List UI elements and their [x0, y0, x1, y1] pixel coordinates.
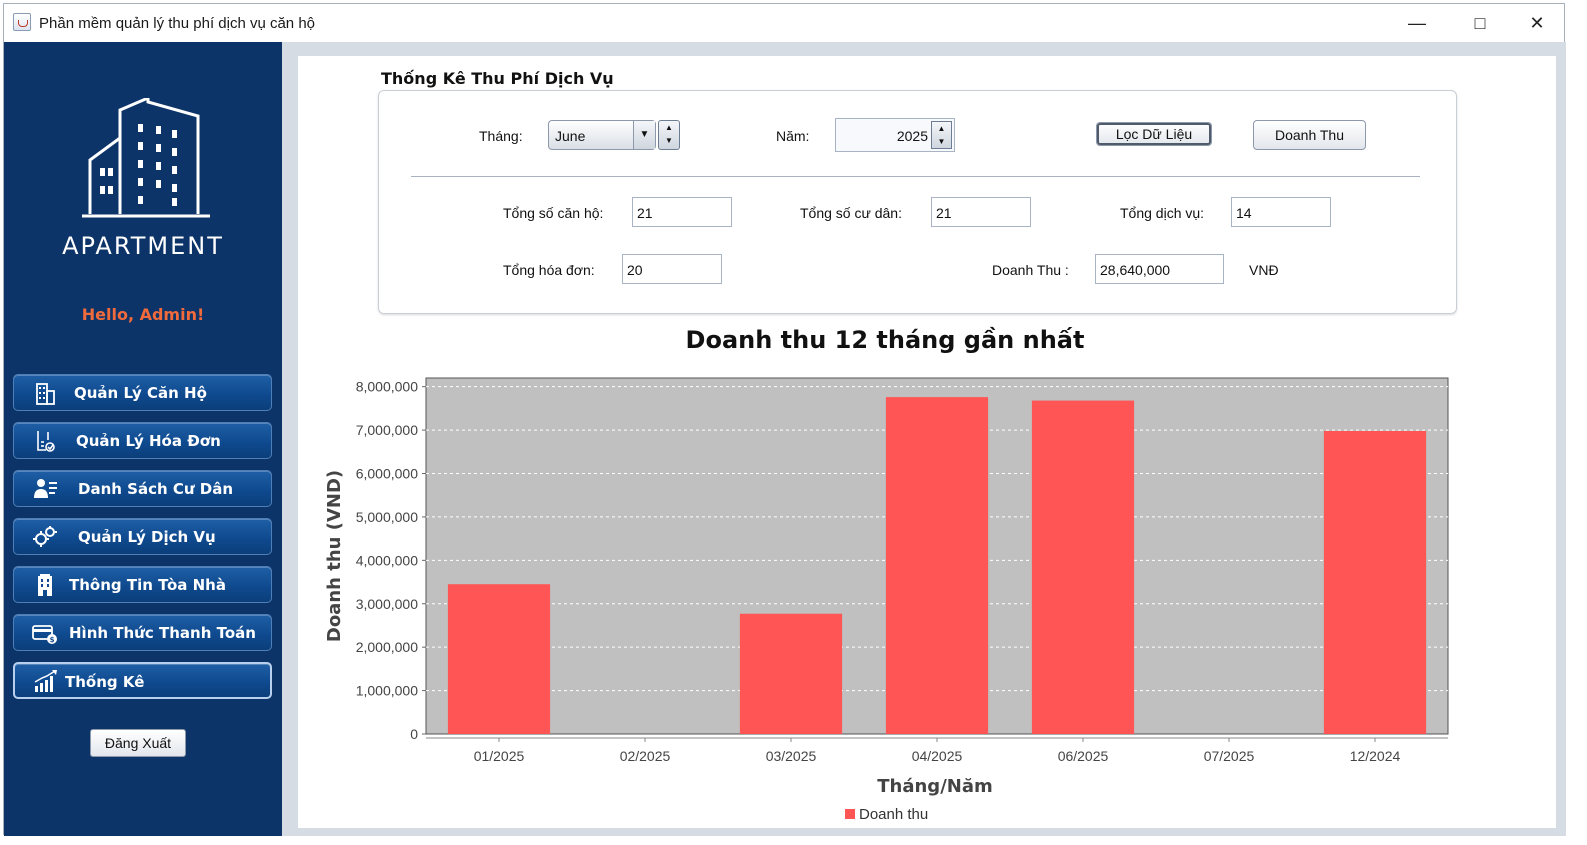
greeting-text: Hello, Admin!	[81, 305, 205, 324]
y-axis-label: Doanh thu (VND)	[324, 470, 345, 642]
revenue-button[interactable]: Doanh Thu	[1253, 120, 1366, 150]
year-spinner-field[interactable]: 2025 ▲ ▼	[835, 118, 955, 152]
statistics-panel: Thống Kê Thu Phí Dịch Vụ Tháng: June ▼ ▲…	[298, 56, 1556, 828]
revenue-bar-chart: Doanh thu 12 tháng gần nhất 0 1,000,000 2,…	[324, 326, 1449, 823]
x-tick-label: 01/2025	[474, 748, 525, 764]
sidebar-item-statistics[interactable]: Thống Kê	[13, 662, 272, 699]
x-tick-label: 03/2025	[766, 748, 817, 764]
y-tick-label: 1,000,000	[356, 683, 418, 699]
sidebar-item-services[interactable]: Quản Lý Dịch Vụ	[13, 518, 272, 555]
bar	[739, 613, 843, 734]
sidebar-item-label: Danh Sách Cư Dân	[78, 480, 234, 498]
close-icon[interactable]: ✕	[1508, 4, 1566, 42]
building-logo-icon	[82, 98, 210, 218]
sidebar-item-label: Quản Lý Căn Hộ	[74, 384, 207, 402]
total-residents-label: Tổng số cư dân:	[800, 205, 902, 221]
resident-list-icon	[34, 479, 57, 498]
building-icon	[36, 383, 55, 405]
chevron-down-icon[interactable]: ▼	[633, 121, 655, 149]
svg-text:$: $	[50, 636, 55, 644]
x-tick-label: 06/2025	[1058, 748, 1109, 764]
total-services-field[interactable]: 14	[1231, 197, 1331, 227]
invoice-icon	[37, 431, 55, 452]
sidebar-item-payment-methods[interactable]: $ Hình Thức Thanh Toán	[13, 614, 272, 651]
y-axis: 0 1,000,000 2,000,000 3,000,000 4,000,000 5,0…	[356, 379, 426, 742]
x-tick-label: 12/2024	[1350, 748, 1401, 764]
tower-icon	[38, 574, 52, 596]
gears-icon	[33, 526, 57, 547]
legend-label: Doanh thu	[859, 806, 928, 823]
divider	[411, 176, 1420, 177]
month-select-value: June	[555, 128, 586, 144]
window-title: Phần mềm quản lý thu phí dịch vụ căn hộ	[39, 15, 316, 32]
y-tick-label: 3,000,000	[356, 596, 418, 612]
chart-title: Doanh thu 12 tháng gần nhất	[686, 326, 1085, 354]
month-select[interactable]: June ▼	[548, 120, 656, 150]
y-tick-label: 6,000,000	[356, 466, 418, 482]
legend-swatch	[845, 809, 855, 819]
revenue-label: Doanh Thu :	[992, 262, 1069, 278]
sidebar: APARTMENT Hello, Admin! Quản Lý Căn Hộ Q…	[4, 42, 282, 836]
x-tick-label: 04/2025	[912, 748, 963, 764]
y-tick-label: 2,000,000	[356, 639, 418, 655]
total-services-label: Tổng dịch vụ:	[1120, 205, 1205, 221]
sidebar-item-invoices[interactable]: Quản Lý Hóa Đơn	[13, 422, 272, 459]
total-invoices-label: Tổng hóa đơn:	[503, 262, 595, 278]
section-title: Thống Kê Thu Phí Dịch Vụ	[381, 69, 614, 88]
bar-chart-icon	[34, 670, 57, 692]
y-tick-label: 0	[410, 726, 418, 742]
title-bar: Phần mềm quản lý thu phí dịch vụ căn hộ …	[4, 4, 1564, 42]
month-spinner[interactable]: ▲ ▼	[658, 120, 680, 150]
sidebar-item-label: Hình Thức Thanh Toán	[69, 624, 256, 642]
x-tick-label: 07/2025	[1204, 748, 1255, 764]
sidebar-item-building-info[interactable]: Thông Tin Tòa Nhà	[13, 566, 272, 603]
sidebar-item-apartments[interactable]: Quản Lý Căn Hộ	[13, 374, 272, 411]
maximize-icon[interactable]: □	[1451, 4, 1509, 42]
minimize-icon[interactable]: —	[1388, 4, 1446, 42]
filter-panel: Tháng: June ▼ ▲ ▼ Năm: 2025 ▲ ▼ Lọc Dữ Liệ…	[378, 90, 1457, 314]
sidebar-item-label: Quản Lý Hóa Đơn	[76, 432, 221, 450]
logo-text: APARTMENT	[62, 232, 224, 260]
java-app-icon	[13, 13, 31, 31]
total-apartments-field[interactable]: 21	[632, 197, 732, 227]
sidebar-item-label: Quản Lý Dịch Vụ	[78, 528, 216, 546]
y-tick-label: 8,000,000	[356, 379, 418, 395]
year-label: Năm:	[776, 128, 810, 144]
bar	[1031, 400, 1135, 734]
bar	[1323, 430, 1427, 734]
bar	[885, 397, 989, 734]
total-residents-field[interactable]: 21	[931, 197, 1031, 227]
sidebar-item-label: Thông Tin Tòa Nhà	[69, 576, 226, 594]
bar	[447, 584, 551, 734]
currency-label: VNĐ	[1249, 262, 1279, 278]
total-invoices-field[interactable]: 20	[622, 254, 722, 284]
logout-button[interactable]: Đăng Xuất	[90, 729, 186, 757]
total-apartments-label: Tổng số căn hộ:	[503, 205, 604, 221]
filter-data-button[interactable]: Lọc Dữ Liệu	[1096, 122, 1212, 146]
sidebar-item-residents[interactable]: Danh Sách Cư Dân	[13, 470, 272, 507]
app-window: Phần mềm quản lý thu phí dịch vụ căn hộ …	[3, 3, 1566, 836]
sidebar-item-label: Thống Kê	[65, 673, 145, 691]
y-tick-label: 5,000,000	[356, 509, 418, 525]
card-icon: $	[32, 625, 57, 644]
y-tick-label: 4,000,000	[356, 552, 418, 568]
year-spinner-arrows[interactable]: ▲ ▼	[931, 121, 952, 149]
x-axis: 01/2025 02/2025 03/2025 04/2025 06/2025 07/20…	[426, 737, 1448, 764]
x-tick-label: 02/2025	[620, 748, 671, 764]
revenue-field[interactable]: 28,640,000	[1095, 254, 1224, 284]
y-tick-label: 7,000,000	[356, 422, 418, 438]
client-area: APARTMENT Hello, Admin! Quản Lý Căn Hộ Q…	[4, 42, 1566, 836]
x-axis-label: Tháng/Năm	[877, 776, 992, 797]
year-value: 2025	[896, 128, 928, 144]
month-label: Tháng:	[479, 128, 523, 144]
